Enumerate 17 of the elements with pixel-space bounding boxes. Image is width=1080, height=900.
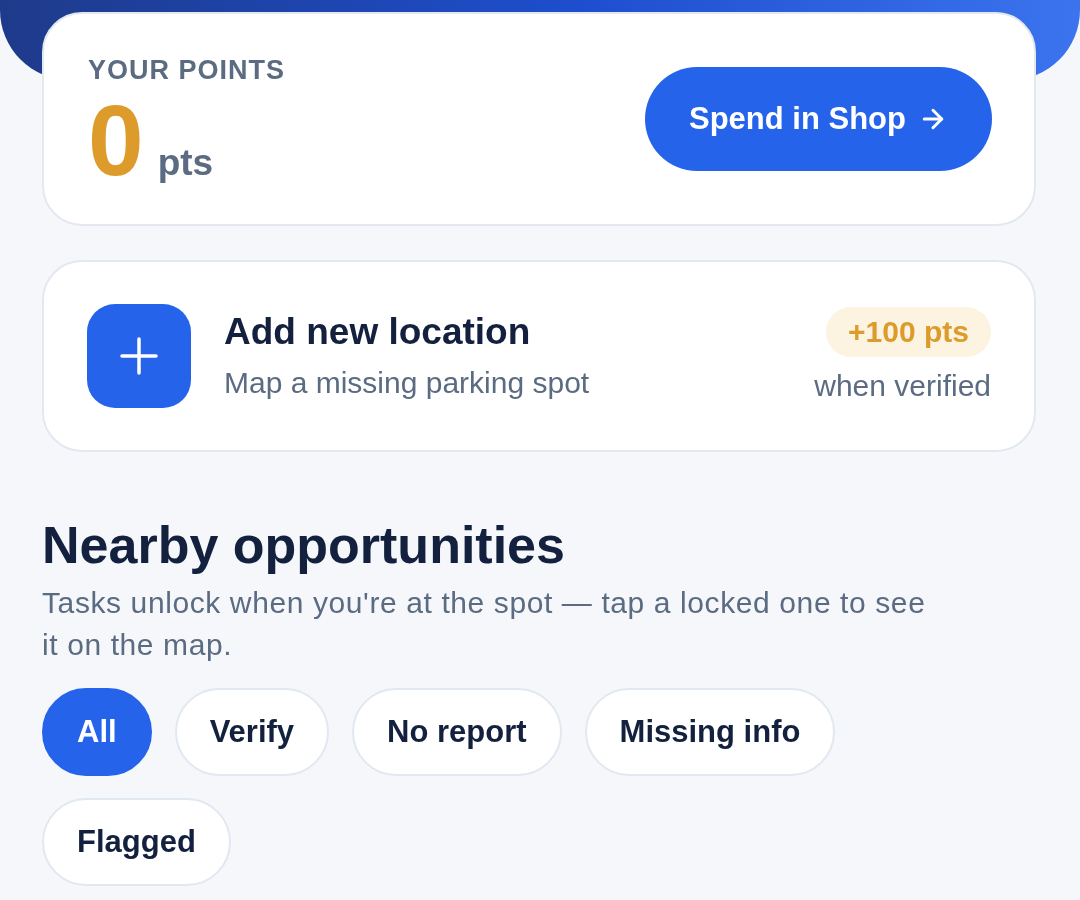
points-unit: pts bbox=[157, 142, 214, 184]
section-title: Nearby opportunities bbox=[42, 515, 566, 576]
filter-chip[interactable]: Missing info bbox=[584, 688, 836, 776]
location-subtitle: Map a missing parking spot bbox=[224, 365, 590, 401]
location-title: Add new location bbox=[224, 310, 532, 354]
section-description: Tasks unlock when you're at the spot — tap a locked one to see it on the map. bbox=[42, 585, 927, 663]
points-label: YOUR POINTS bbox=[88, 54, 286, 86]
plus-icon bbox=[87, 304, 191, 408]
reward-badge: +100 pts bbox=[826, 307, 991, 357]
reward-note: when verified bbox=[814, 368, 991, 404]
filter-chip[interactable]: Verify bbox=[174, 688, 330, 776]
shop-button[interactable]: Spend in Shop bbox=[645, 67, 992, 171]
filter-chip[interactable]: All bbox=[42, 688, 152, 776]
points-value: 0 bbox=[88, 98, 144, 182]
filter-chip[interactable]: Flagged bbox=[42, 798, 231, 886]
add-location-card[interactable]: Add new location Map a missing parking spot +100 pts when verified bbox=[42, 260, 1036, 452]
filter-chip[interactable]: No report bbox=[352, 688, 562, 776]
